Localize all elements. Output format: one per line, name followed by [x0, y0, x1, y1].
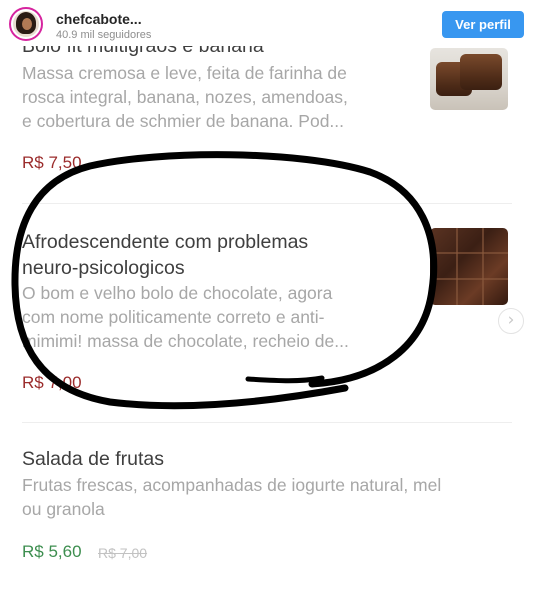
- item-price: R$ 5,60: [22, 542, 82, 561]
- item-price: R$ 7,00: [22, 373, 82, 392]
- item-photo-banana-bread: [430, 48, 508, 110]
- divider: [22, 203, 512, 204]
- item-description-line: ou granola: [22, 499, 105, 519]
- item-description-line: O bom e velho bolo de chocolate, agora: [22, 283, 333, 303]
- divider: [22, 422, 512, 423]
- avatar[interactable]: [9, 7, 43, 41]
- item-description-line: Massa cremosa e leve, feita de farinha d…: [22, 63, 347, 83]
- item-title: Afrodescendente com problemas: [22, 231, 309, 253]
- item-description-line: mimimi! massa de chocolate, recheio de..…: [22, 331, 349, 351]
- profile-header: chefcabote... 40.9 mil seguidores Ver pe…: [0, 0, 534, 46]
- item-description-line: Frutas frescas, acompanhadas de iogurte …: [22, 475, 442, 495]
- item-description-line: rosca integral, banana, nozes, amendoas,: [22, 87, 348, 107]
- view-profile-button[interactable]: Ver perfil: [442, 11, 524, 38]
- item-title: Salada de frutas: [22, 448, 165, 470]
- item-old-price: R$ 7,00: [98, 545, 148, 561]
- follower-count: 40.9 mil seguidores: [56, 29, 152, 41]
- item-title: neuro-psicologicos: [22, 257, 185, 279]
- item-description-line: e cobertura de schmier de banana. Pod...: [22, 111, 345, 131]
- username[interactable]: chefcabote...: [56, 11, 142, 27]
- item-description-line: com nome politicamente correto e anti-: [22, 307, 325, 327]
- chevron-right-icon[interactable]: ›: [498, 308, 524, 334]
- item-price: R$ 7,50: [22, 153, 82, 172]
- item-photo-chocolate-cake: [430, 228, 508, 305]
